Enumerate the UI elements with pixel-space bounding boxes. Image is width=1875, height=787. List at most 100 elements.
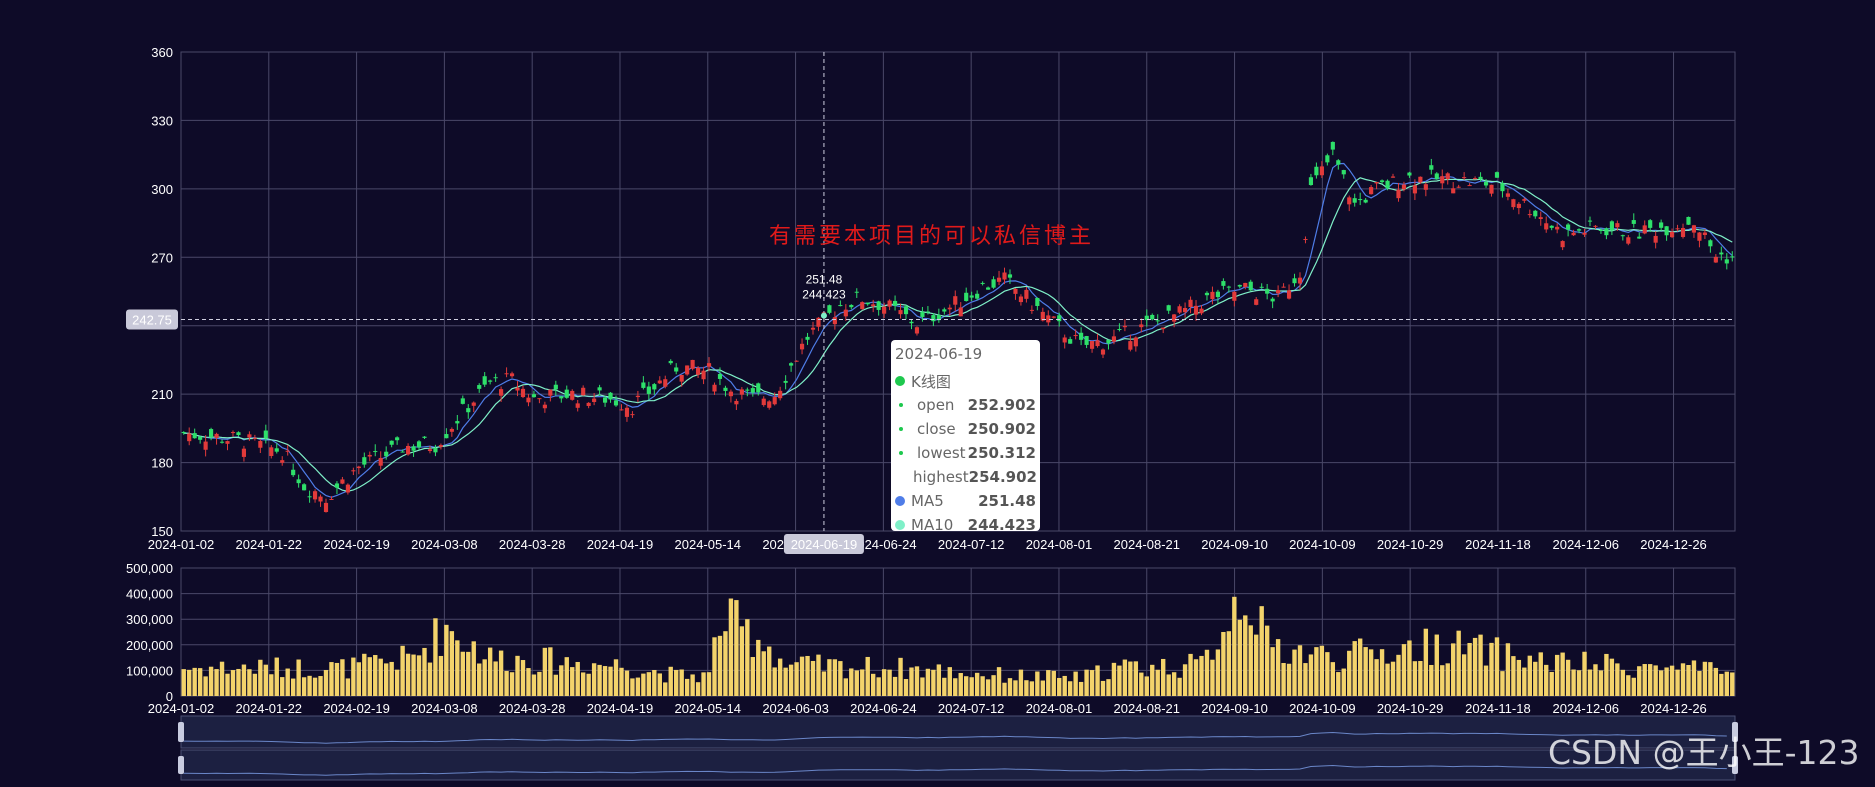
candle-body <box>1035 297 1040 306</box>
volume-bar <box>624 670 630 696</box>
volume-bar <box>1057 677 1062 696</box>
volume-bar <box>493 661 498 696</box>
candle-body <box>1330 141 1335 150</box>
volume-bar <box>378 658 383 696</box>
volume-bar <box>362 653 367 696</box>
volume-bar <box>208 666 214 696</box>
candle-body <box>1183 308 1188 313</box>
volume-bar <box>1461 654 1467 696</box>
candle-body <box>882 306 887 314</box>
tooltip-label: close <box>917 420 956 438</box>
volume-bar <box>307 675 312 696</box>
volume-bar <box>1505 643 1511 696</box>
volume-date-tick-label: 2024-12-26 <box>1640 701 1707 716</box>
candle-body <box>1276 290 1281 294</box>
volume-bar <box>1210 659 1215 696</box>
candle-body <box>269 447 274 457</box>
volume-bar <box>1352 641 1357 696</box>
candle-body <box>1467 185 1472 187</box>
candle-body <box>1226 286 1231 288</box>
candle-body <box>1598 229 1604 231</box>
candle-body <box>1259 286 1264 288</box>
volume-bar <box>1379 649 1385 696</box>
volume-bar <box>301 677 307 696</box>
candle-body <box>1089 341 1095 349</box>
candle-body <box>258 441 263 448</box>
volume-bar <box>285 668 290 696</box>
volume-date-tick-label: 2024-06-24 <box>850 701 917 716</box>
volume-bar <box>477 663 482 696</box>
volume-bar <box>1347 650 1352 696</box>
candle-body <box>1363 199 1368 203</box>
candle-body <box>214 433 219 438</box>
ma10-dot-icon <box>895 520 905 530</box>
tooltip: 2024-06-19 K线图 open 252.902 close 250.90… <box>891 340 1040 534</box>
volume-bar <box>433 618 438 696</box>
candle-body <box>843 309 848 317</box>
volume-bar <box>1204 649 1210 696</box>
volume-bar <box>909 667 914 696</box>
tooltip-value: 251.48 <box>978 492 1036 510</box>
ma10-point-marker <box>820 312 827 319</box>
candle-body <box>799 343 805 350</box>
candle-body <box>1117 328 1122 330</box>
candle-body <box>1440 176 1445 184</box>
volume-bar <box>1686 664 1691 696</box>
candle-body <box>1730 256 1735 258</box>
volume-date-tick-label: 2024-03-28 <box>499 701 566 716</box>
tooltip-row-open: open 252.902 <box>895 393 1036 417</box>
candle-body <box>318 496 323 502</box>
candle-body <box>1292 278 1297 284</box>
date-tick-label: 2024-11-18 <box>1465 537 1531 552</box>
volume-bar <box>542 647 548 696</box>
candle-body <box>1576 229 1582 231</box>
tooltip-label: highest <box>913 468 969 486</box>
volume-bar <box>865 656 870 696</box>
candle-body <box>499 389 504 396</box>
candle-body <box>187 433 192 442</box>
volume-bar <box>794 662 799 696</box>
volume-bar <box>1451 643 1456 696</box>
candle-body <box>696 367 701 375</box>
candle-body <box>192 433 197 439</box>
candle-body <box>395 437 400 441</box>
volume-bar <box>482 659 487 696</box>
candle-body <box>537 398 542 400</box>
volume-bar <box>1254 634 1259 696</box>
tooltip-label: open <box>917 396 955 414</box>
candle-body <box>1724 259 1729 264</box>
volume-bar <box>1161 658 1166 696</box>
volume-date-tick-label: 2024-10-09 <box>1289 701 1356 716</box>
volume-bar <box>1100 680 1106 696</box>
candle-body <box>750 388 755 393</box>
volume-bar <box>1642 664 1647 696</box>
candle-body <box>772 397 777 405</box>
volume-bar <box>1587 669 1593 696</box>
volume-bar <box>1188 653 1193 696</box>
volume-bar <box>1336 672 1341 696</box>
candle-body <box>1483 181 1489 186</box>
candle-body <box>241 448 247 457</box>
date-tick-label: 2024-02-19 <box>323 537 390 552</box>
volume-bar <box>1232 596 1237 696</box>
data-zoom[interactable] <box>178 715 1738 781</box>
candle-body <box>712 384 717 392</box>
candle-body <box>1007 274 1013 278</box>
candle-body <box>789 363 794 366</box>
volume-date-tick-label: 2024-05-14 <box>675 701 742 716</box>
volume-bar <box>553 674 559 696</box>
volume-bar <box>564 657 569 696</box>
volume-bar <box>821 671 827 696</box>
tooltip-row-ma5: MA5 251.48 <box>895 489 1036 513</box>
candle-body <box>1686 216 1691 225</box>
candle-body <box>1587 220 1593 222</box>
volume-bar <box>1171 672 1177 696</box>
volume-bar <box>280 677 285 696</box>
volume-bar <box>898 657 903 696</box>
volume-bar <box>1374 659 1379 696</box>
volume-bar <box>1494 637 1500 696</box>
candle-body <box>1325 155 1330 163</box>
candle-body <box>1265 288 1270 294</box>
candle-body <box>219 441 225 443</box>
volume-bar <box>1144 676 1149 696</box>
